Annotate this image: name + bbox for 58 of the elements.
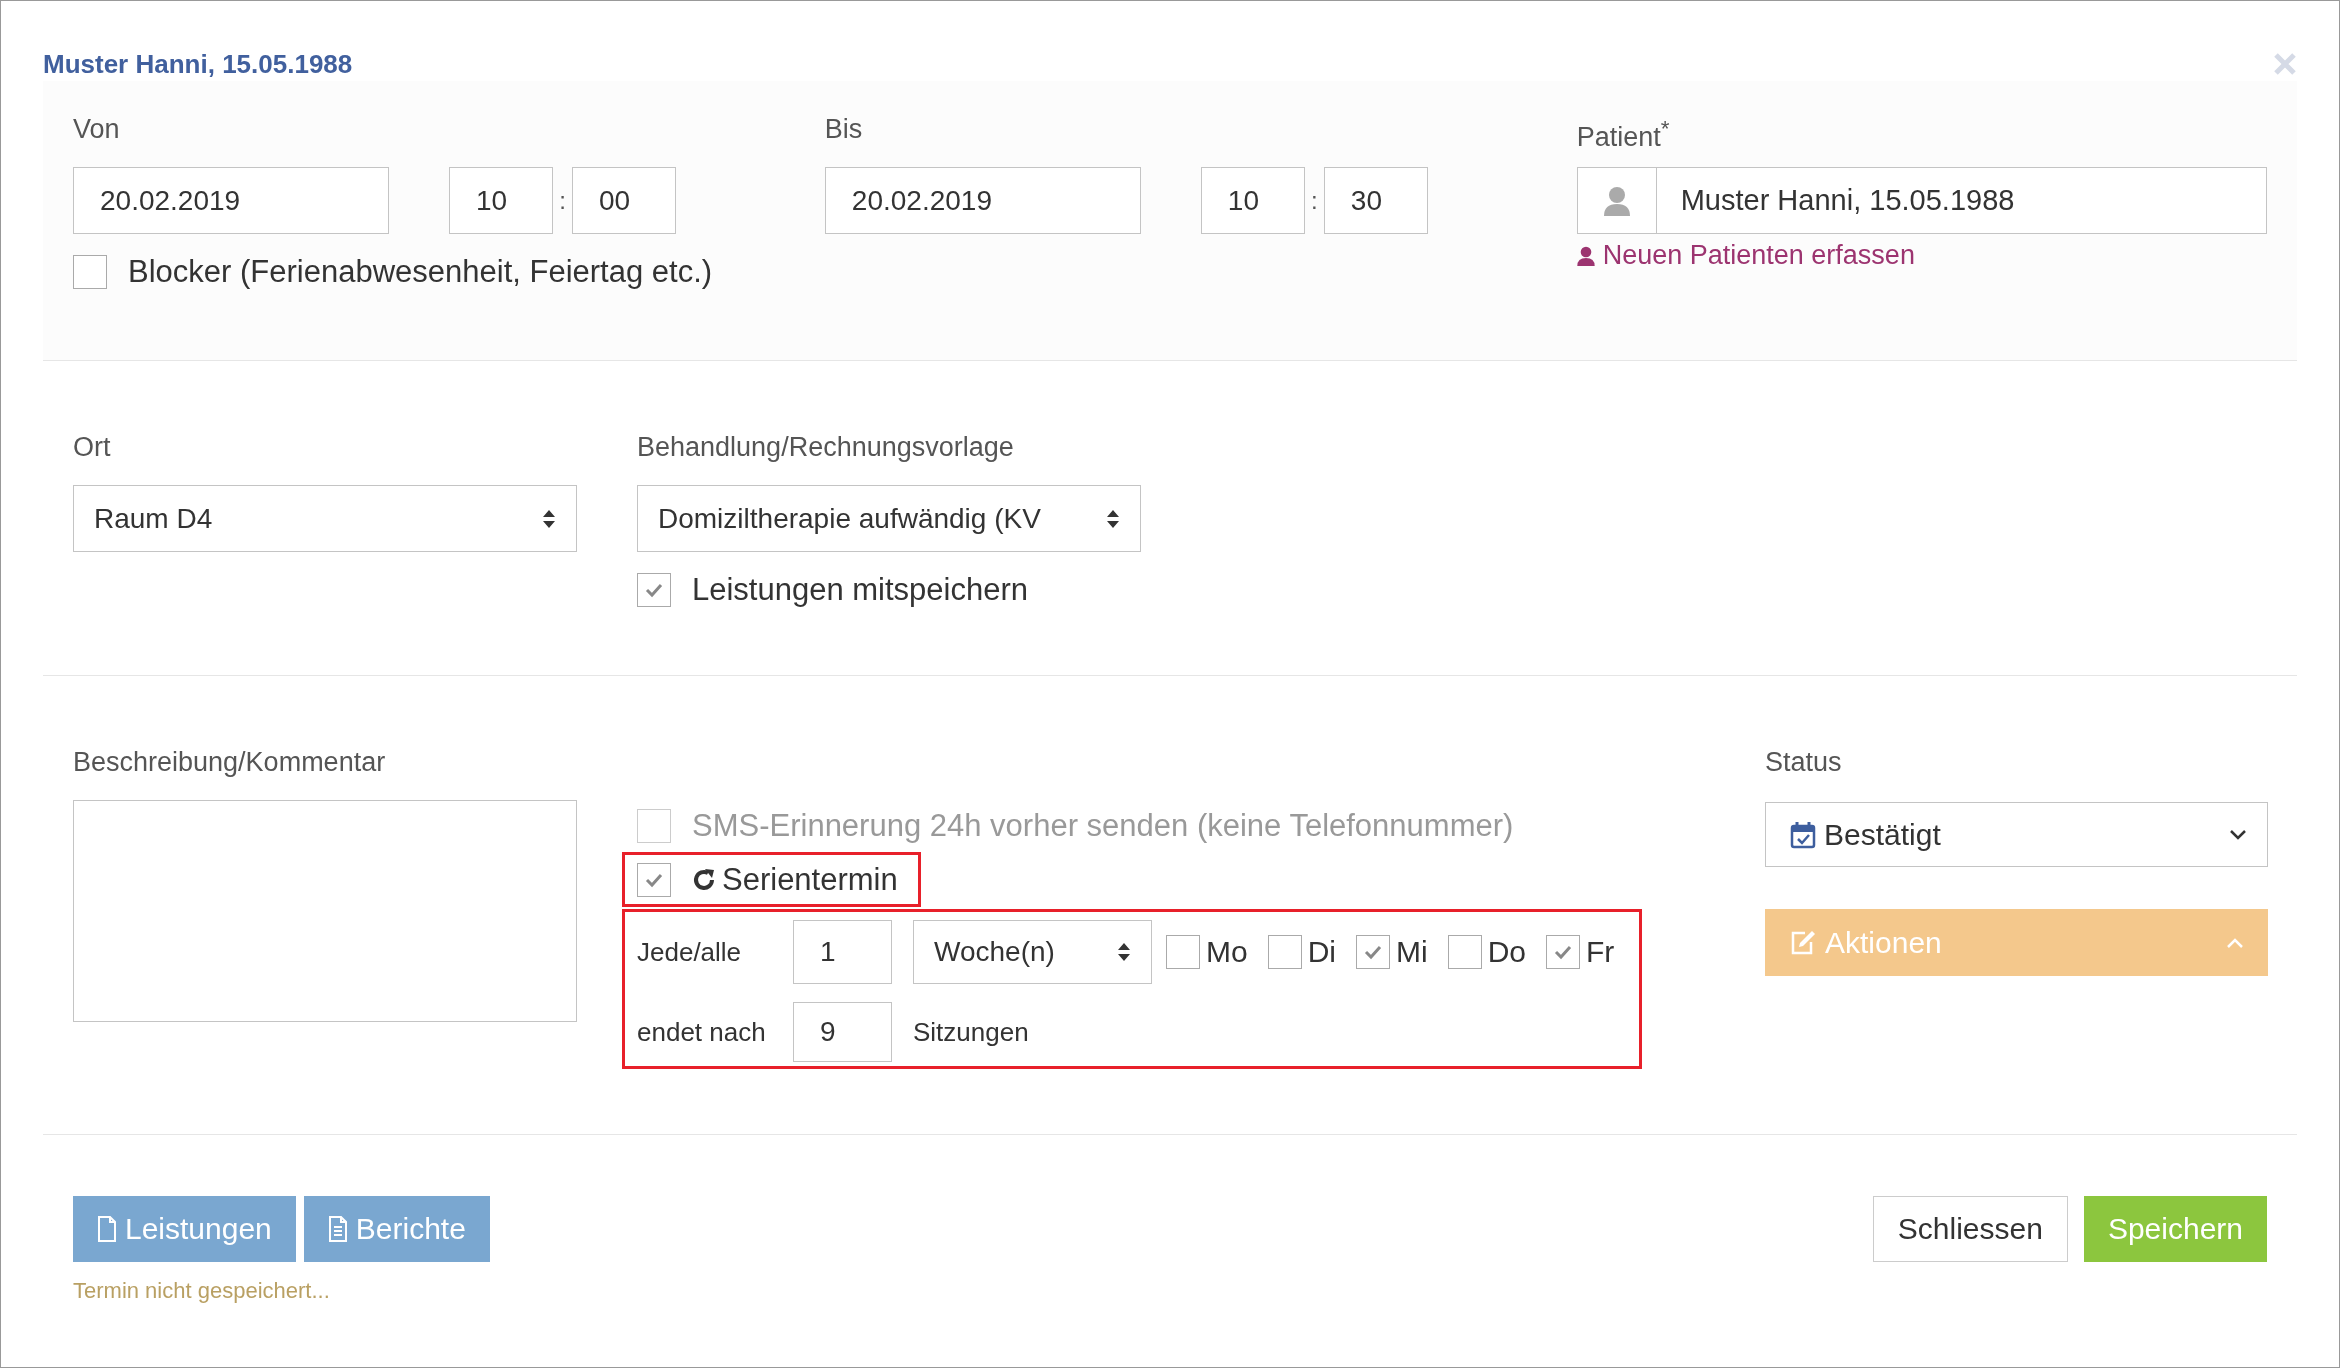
field-label: Jede/alle — [637, 936, 743, 968]
hour-field[interactable]: 10 — [1200, 167, 1305, 234]
close-button[interactable]: Schliessen — [1872, 1196, 2068, 1262]
person-icon — [1576, 245, 1595, 266]
person-icon — [1603, 185, 1630, 216]
chevron-down-icon — [2229, 828, 2247, 841]
save-status-text: Termin nicht gespeichert... — [73, 1278, 331, 1304]
field-label: Von — [73, 113, 121, 146]
close-icon — [2273, 52, 2297, 76]
time-separator: : — [558, 186, 567, 215]
treatment-select[interactable]: Domiziltherapie aufwändig (KV — [637, 485, 1141, 552]
checkbox-label: Blocker (Ferienabwesenheit, Feiertag etc.) — [128, 254, 713, 290]
document-icon — [97, 1216, 117, 1242]
time-separator: : — [1310, 186, 1319, 215]
minute-field[interactable]: 30 — [1323, 167, 1428, 234]
date-field[interactable]: 20.02.2019 — [73, 167, 389, 234]
unit-select[interactable]: Woche(n) — [913, 920, 1152, 984]
checkbox[interactable] — [1267, 935, 1302, 969]
sort-arrows-icon — [1117, 941, 1131, 963]
checkbox-label: SMS-Erinnerung 24h vorher senden (keine Telefonnummer) — [692, 808, 1514, 844]
checkbox[interactable] — [637, 862, 671, 897]
chevron-up-icon — [2226, 936, 2244, 949]
minute-field[interactable]: 00 — [572, 167, 676, 234]
field-label: Behandlung/Rechnungsvorlage — [637, 431, 1015, 464]
field-label: Beschreibung/Kommentar — [73, 746, 387, 779]
checkbox[interactable] — [73, 255, 107, 289]
weekday-label: Mo — [1206, 935, 1248, 969]
weekday-label: Di — [1307, 935, 1337, 969]
checkbox[interactable] — [1546, 935, 1581, 969]
checkbox-label: Leistungen mitspeichern — [692, 572, 1029, 608]
comment-field[interactable] — [73, 800, 577, 1022]
field-label: Bis — [824, 113, 864, 146]
refresh-icon — [692, 867, 716, 892]
document-lines-icon — [327, 1216, 348, 1242]
checkbox[interactable] — [637, 573, 671, 607]
hour-field[interactable]: 10 — [449, 167, 553, 234]
dialog-title: Muster Hanni, 15.05.1988 — [43, 48, 353, 80]
date-field[interactable]: 20.02.2019 — [824, 167, 1141, 234]
interval-field[interactable]: 1 — [793, 920, 892, 984]
status-select[interactable]: Bestätigt — [1765, 802, 2268, 867]
field-label: Ort — [73, 431, 112, 464]
field-label: Sitzungen — [913, 1016, 1029, 1048]
weekday-label: Mi — [1396, 935, 1428, 969]
weekday-label: Fr — [1586, 935, 1615, 969]
field-label: Patient$^{*}$ — [1576, 115, 1671, 147]
weekday-label: Do — [1487, 935, 1527, 969]
checkbox[interactable] — [1356, 935, 1391, 969]
field-label: endet nach — [637, 1016, 767, 1048]
patient-field[interactable]: Muster Hanni, 15.05.1988 — [1576, 167, 2267, 234]
checkbox[interactable] — [1447, 935, 1482, 969]
checkbox[interactable] — [1166, 935, 1200, 969]
field-label: Status — [1765, 746, 1843, 779]
session-count-field[interactable]: 9 — [793, 1002, 892, 1062]
checkbox-label: Serientermin — [722, 861, 898, 898]
location-select[interactable]: Raum D4 — [73, 485, 577, 552]
new-patient-link[interactable]: Neuen Patienten erfassen — [1602, 240, 1915, 271]
edit-icon — [1789, 928, 1817, 957]
calendar-check-icon — [1790, 820, 1816, 849]
